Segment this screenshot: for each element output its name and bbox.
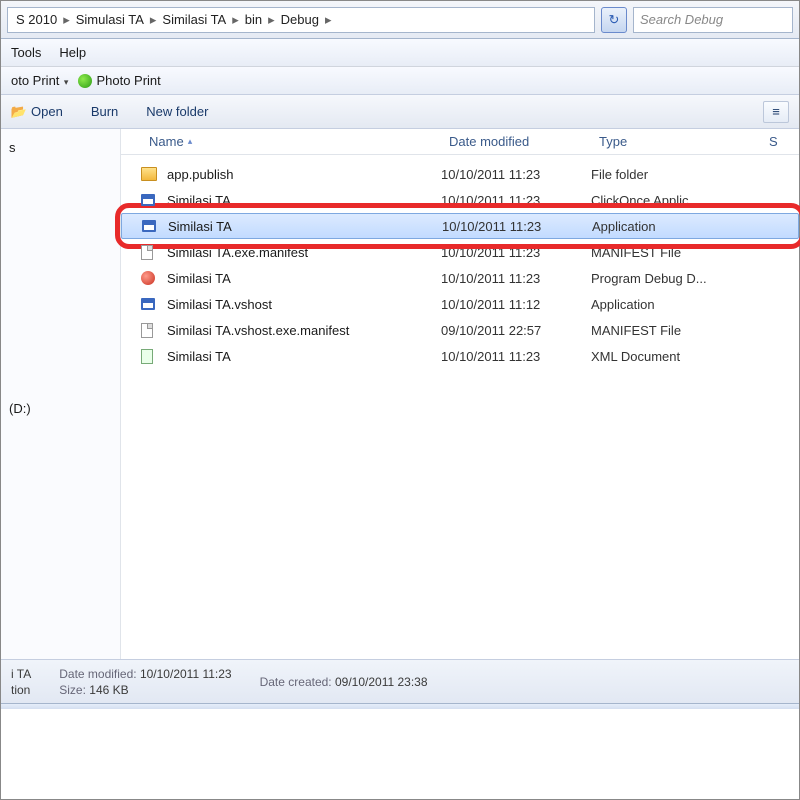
breadcrumb-item[interactable]: S 2010 bbox=[12, 12, 61, 27]
sidebar-item-drive[interactable]: (D:) bbox=[7, 398, 114, 419]
chevron-right-icon: ▸ bbox=[266, 12, 277, 28]
file-row[interactable]: Similasi TA10/10/2011 11:23Program Debug… bbox=[121, 265, 799, 291]
refresh-button[interactable]: ↻ bbox=[601, 7, 627, 33]
file-row[interactable]: app.publish10/10/2011 11:23File folder bbox=[121, 161, 799, 187]
file-type: Application bbox=[591, 297, 761, 312]
file-type: Application bbox=[592, 219, 762, 234]
status-size-label: Size: bbox=[59, 683, 86, 697]
status-date-created: 09/10/2011 23:38 bbox=[335, 675, 428, 689]
new-folder-button[interactable]: New folder bbox=[146, 104, 208, 119]
menu-tools[interactable]: Tools bbox=[11, 45, 41, 60]
body-area: s (D:) Name▴ Date modified Type S app.pu… bbox=[1, 129, 799, 659]
file-name: Similasi TA bbox=[163, 193, 441, 208]
file-name: Similasi TA bbox=[163, 271, 441, 286]
app-icon bbox=[141, 194, 163, 206]
menu-bar: Tools Help bbox=[1, 39, 799, 67]
breadcrumb-item[interactable]: Debug bbox=[277, 12, 323, 27]
red-icon bbox=[141, 271, 163, 285]
search-input[interactable]: Search Debug bbox=[633, 7, 793, 33]
photo-print-icon bbox=[78, 74, 92, 88]
window-border-bottom bbox=[1, 703, 799, 709]
status-date-created-label: Date created: bbox=[260, 675, 332, 689]
file-name: app.publish bbox=[163, 167, 441, 182]
file-date: 10/10/2011 11:23 bbox=[441, 167, 591, 182]
column-headers: Name▴ Date modified Type S bbox=[121, 129, 799, 155]
file-date: 10/10/2011 11:23 bbox=[441, 245, 591, 260]
refresh-icon: ↻ bbox=[609, 12, 620, 28]
file-date: 09/10/2011 22:57 bbox=[441, 323, 591, 338]
chevron-right-icon: ▸ bbox=[230, 12, 241, 28]
file-type: XML Document bbox=[591, 349, 761, 364]
search-placeholder: Search Debug bbox=[640, 12, 723, 27]
file-date: 10/10/2011 11:23 bbox=[441, 349, 591, 364]
chevron-right-icon: ▸ bbox=[148, 12, 159, 28]
file-row[interactable]: Similasi TA.vshost.exe.manifest09/10/201… bbox=[121, 317, 799, 343]
breadcrumb-item[interactable]: Simulasi TA bbox=[72, 12, 148, 27]
list-view-icon: ≡ bbox=[772, 104, 780, 119]
file-type: ClickOnce Applic... bbox=[591, 193, 761, 208]
dropdown-arrow-icon: ▾ bbox=[61, 77, 68, 87]
file-name: Similasi TA bbox=[164, 219, 442, 234]
file-list-pane: Name▴ Date modified Type S app.publish10… bbox=[121, 129, 799, 659]
sidebar-item[interactable]: s bbox=[7, 137, 114, 158]
file-date: 10/10/2011 11:12 bbox=[441, 297, 591, 312]
menu-help[interactable]: Help bbox=[59, 45, 86, 60]
file-date: 10/10/2011 11:23 bbox=[442, 219, 592, 234]
file-row[interactable]: Similasi TA10/10/2011 11:23XML Document bbox=[121, 343, 799, 369]
nav-pane[interactable]: s (D:) bbox=[1, 129, 121, 659]
status-date-mod-label: Date modified: bbox=[59, 667, 136, 681]
file-icon bbox=[141, 323, 163, 338]
status-date-mod: 10/10/2011 11:23 bbox=[140, 667, 232, 681]
explorer-window: { "breadcrumb": { "items": ["S 2010", "S… bbox=[0, 0, 800, 800]
file-type: MANIFEST File bbox=[591, 323, 761, 338]
folder-icon bbox=[141, 167, 163, 181]
file-name: Similasi TA.exe.manifest bbox=[163, 245, 441, 260]
file-type: File folder bbox=[591, 167, 761, 182]
col-header-type[interactable]: Type bbox=[591, 129, 761, 154]
file-type: MANIFEST File bbox=[591, 245, 761, 260]
file-date: 10/10/2011 11:23 bbox=[441, 271, 591, 286]
files-list: app.publish10/10/2011 11:23File folderSi… bbox=[121, 155, 799, 369]
open-icon: 📂 bbox=[11, 104, 27, 120]
photo-print-button-partial[interactable]: oto Print ▾ bbox=[11, 73, 68, 88]
view-options: ≡ bbox=[763, 101, 789, 123]
file-name: Similasi TA.vshost bbox=[163, 297, 441, 312]
file-row[interactable]: Similasi TA.exe.manifest10/10/2011 11:23… bbox=[121, 239, 799, 265]
file-row[interactable]: Similasi TA10/10/2011 11:23Application bbox=[121, 213, 799, 239]
toolbar-photo: oto Print ▾ Photo Print bbox=[1, 67, 799, 95]
status-bar: i TA tion Date modified: 10/10/2011 11:2… bbox=[1, 659, 799, 703]
file-type: Program Debug D... bbox=[591, 271, 761, 286]
photo-print-button[interactable]: Photo Print bbox=[78, 73, 160, 89]
burn-button[interactable]: Burn bbox=[91, 104, 118, 119]
app-icon bbox=[142, 220, 164, 232]
status-file-name: i TA bbox=[11, 667, 31, 681]
breadcrumb[interactable]: S 2010▸ Simulasi TA▸ Similasi TA▸ bin▸ D… bbox=[7, 7, 595, 33]
xml-icon bbox=[141, 349, 163, 364]
open-button[interactable]: 📂 Open bbox=[11, 104, 63, 120]
file-row[interactable]: Similasi TA.vshost10/10/2011 11:12Applic… bbox=[121, 291, 799, 317]
breadcrumb-item[interactable]: bin bbox=[241, 12, 266, 27]
chevron-right-icon: ▸ bbox=[323, 12, 334, 28]
file-row[interactable]: Similasi TA10/10/2011 11:23ClickOnce App… bbox=[121, 187, 799, 213]
command-bar: 📂 Open Burn New folder ≡ bbox=[1, 95, 799, 129]
col-header-date[interactable]: Date modified bbox=[441, 129, 591, 154]
breadcrumb-item[interactable]: Similasi TA bbox=[158, 12, 230, 27]
file-icon bbox=[141, 245, 163, 260]
file-name: Similasi TA.vshost.exe.manifest bbox=[163, 323, 441, 338]
file-date: 10/10/2011 11:23 bbox=[441, 193, 591, 208]
col-header-size[interactable]: S bbox=[761, 129, 786, 154]
col-header-name[interactable]: Name▴ bbox=[141, 129, 441, 154]
status-size: 146 KB bbox=[89, 683, 128, 697]
status-file-type: tion bbox=[11, 683, 31, 697]
sort-asc-icon: ▴ bbox=[188, 136, 193, 147]
file-name: Similasi TA bbox=[163, 349, 441, 364]
chevron-right-icon: ▸ bbox=[61, 12, 72, 28]
app-icon bbox=[141, 298, 163, 310]
view-mode-button[interactable]: ≡ bbox=[763, 101, 789, 123]
address-bar: S 2010▸ Simulasi TA▸ Similasi TA▸ bin▸ D… bbox=[1, 1, 799, 39]
